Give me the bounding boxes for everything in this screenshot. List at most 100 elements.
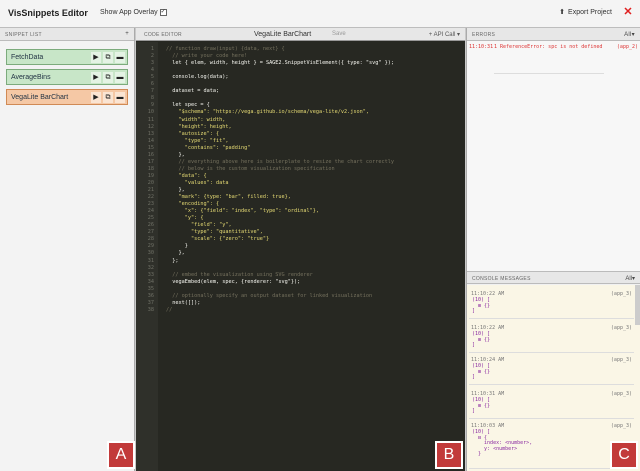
code-text: // everything above here is boilerplate … — [166, 158, 394, 165]
code-line[interactable]: 3 let { elem, width, height } = SAGE2.Sn… — [136, 60, 465, 66]
app-overlay-toggle[interactable]: Show App Overlay ✓ — [100, 9, 167, 16]
console-source: (app_3) — [610, 291, 632, 297]
line-number: 3 — [150, 60, 154, 67]
code-line[interactable]: 7 dataset = data; — [136, 88, 465, 94]
console-body[interactable]: (10) [ ⊞ {} ] — [472, 331, 490, 349]
api-call-dropdown[interactable]: + API Call ▾ — [429, 31, 460, 38]
code-line[interactable]: 15 "contains": "padding" — [136, 145, 465, 151]
code-line[interactable]: 6 — [136, 81, 465, 87]
code-line[interactable]: 12 "height": height, — [136, 124, 465, 130]
console-body[interactable]: (10) [ ⊞ {} ] — [472, 297, 490, 315]
code-line[interactable]: 14 "type": "fit", — [136, 138, 465, 144]
code-text: let spec = { — [166, 102, 210, 109]
export-project-button[interactable]: ⬆ Export Project — [559, 8, 612, 17]
code-line[interactable]: 18 // below is the custom visualization … — [136, 166, 465, 172]
code-line[interactable]: 29 } — [136, 243, 465, 249]
console-message[interactable]: 11:10:22 AM (app_3) (10) [ ⊞ {} ] — [469, 323, 634, 353]
code-text: "values": data — [166, 179, 229, 186]
line-number: 34 — [147, 278, 154, 285]
code-line[interactable]: 17 // everything above here is boilerpla… — [136, 159, 465, 165]
code-line[interactable]: 25 "y": { — [136, 215, 465, 221]
code-text: vegaEmbed(elem, spec, {renderer: "svg"})… — [166, 278, 301, 285]
code-line[interactable]: 24 "x": {"field": "index", "type": "ordi… — [136, 208, 465, 214]
code-text: "width": width, — [166, 116, 226, 123]
line-number: 10 — [147, 109, 154, 116]
code-line[interactable]: 26 "field": "y", — [136, 222, 465, 228]
console-message[interactable]: 11:10:24 AM (app_3) (10) [ ⊞ {} ] — [469, 355, 634, 385]
snippet-filename[interactable]: VegaLite BarChart — [254, 31, 311, 38]
code-line[interactable]: 35 — [136, 286, 465, 292]
console-message[interactable]: 11:10:22 AM (app_3) (10) [ ⊞ {} ] — [469, 289, 634, 319]
code-line[interactable]: 10 "$schema": "https://vega.github.io/sc… — [136, 109, 465, 115]
folder-icon[interactable]: ▬ — [115, 92, 125, 103]
console-source: (app_3) — [610, 391, 632, 397]
code-text: "contains": "padding" — [166, 144, 251, 151]
overlay-checkbox[interactable]: ✓ — [159, 9, 167, 16]
code-text: "type": "fit", — [166, 137, 229, 144]
code-line[interactable]: 23 "encoding": { — [136, 201, 465, 207]
code-line[interactable]: 36 // optionally specify an output datas… — [136, 293, 465, 299]
code-line[interactable]: 21 }, — [136, 187, 465, 193]
snippet-item-fetchdata[interactable]: FetchData ▶ ⧉ ▬ — [6, 49, 128, 65]
code-line[interactable]: 8 — [136, 95, 465, 101]
code-line[interactable]: 38 // — [136, 307, 465, 313]
line-number: 5 — [150, 74, 154, 81]
line-number: 27 — [147, 229, 154, 236]
code-line[interactable]: 19 "data": { — [136, 173, 465, 179]
save-button[interactable]: Save — [332, 31, 346, 37]
code-line[interactable]: 2 // write your code here! — [136, 53, 465, 59]
console-body[interactable]: (10) [ ⊞ {} ] — [472, 363, 490, 381]
line-number: 18 — [147, 165, 154, 172]
line-number: 14 — [147, 137, 154, 144]
console-scrollbar[interactable] — [635, 285, 640, 325]
console-source: (app_3) — [610, 357, 632, 363]
code-line[interactable]: 31 }; — [136, 258, 465, 264]
code-line[interactable]: 1 // function draw(input) {data, next} { — [136, 46, 465, 52]
code-line[interactable]: 13 "autosize": { — [136, 131, 465, 137]
snippet-item-averagebins[interactable]: AverageBins ▶ ⧉ ▬ — [6, 69, 128, 85]
copy-icon[interactable]: ⧉ — [103, 52, 113, 63]
code-line[interactable]: 27 "type": "quantitative", — [136, 229, 465, 235]
code-line[interactable]: 34 vegaEmbed(elem, spec, {renderer: "svg… — [136, 279, 465, 285]
line-number: 12 — [147, 123, 154, 130]
error-source: (app_2) — [616, 44, 638, 50]
code-line[interactable]: 22 "mark": {type: "bar", filled: true}, — [136, 194, 465, 200]
snippet-list-panel: SNIPPET LIST + FetchData ▶ ⧉ ▬ AverageBi… — [0, 28, 135, 471]
code-text: "autosize": { — [166, 130, 220, 137]
code-line[interactable]: 32 — [136, 265, 465, 271]
console-filter-dropdown[interactable]: All▾ — [625, 275, 635, 282]
line-number: 28 — [147, 236, 154, 243]
code-line[interactable]: 11 "width": width, — [136, 117, 465, 123]
code-line[interactable]: 37 next([]); — [136, 300, 465, 306]
line-number: 23 — [147, 201, 154, 208]
console-body[interactable]: (10) [ ⊞ {} ] — [472, 397, 490, 415]
code-text: }, — [166, 151, 185, 158]
run-icon[interactable]: ▶ — [91, 52, 101, 63]
code-area[interactable]: 1// function draw(input) {data, next} {2… — [136, 42, 465, 471]
code-text: next([]); — [166, 299, 201, 306]
code-line[interactable]: 30 }, — [136, 250, 465, 256]
close-icon[interactable]: ✕ — [623, 7, 633, 18]
code-line[interactable]: 5 console.log(data); — [136, 74, 465, 80]
copy-icon[interactable]: ⧉ — [103, 72, 113, 83]
errors-filter-dropdown[interactable]: All▾ — [624, 31, 635, 38]
output-panel: ERRORS All▾ 11:10:31 1 ReferenceError: s… — [466, 28, 640, 471]
copy-icon[interactable]: ⧉ — [103, 92, 113, 103]
code-line[interactable]: 4 — [136, 67, 465, 73]
run-icon[interactable]: ▶ — [91, 92, 101, 103]
folder-icon[interactable]: ▬ — [115, 72, 125, 83]
snippet-item-vegalite-barchart[interactable]: VegaLite BarChart ▶ ⧉ ▬ — [6, 89, 128, 105]
console-body[interactable]: (10) [ ⊟ { index: <number>, y: <number> … — [472, 429, 532, 458]
label-badge-a: A — [107, 441, 135, 469]
error-message: 1 ReferenceError: spc is not defined — [494, 44, 604, 74]
console-message[interactable]: 11:10:31 AM (app_3) (10) [ ⊞ {} ] — [469, 389, 634, 419]
code-line[interactable]: 16 }, — [136, 152, 465, 158]
code-line[interactable]: 28 "scale": {"zero": "true"} — [136, 236, 465, 242]
code-line[interactable]: 20 "values": data — [136, 180, 465, 186]
code-text: "$schema": "https://vega.github.io/schem… — [166, 109, 370, 116]
add-snippet-button[interactable]: + — [125, 31, 129, 37]
code-line[interactable]: 33 // embed the visualization using SVG … — [136, 272, 465, 278]
code-line[interactable]: 9 let spec = { — [136, 102, 465, 108]
run-icon[interactable]: ▶ — [91, 72, 101, 83]
folder-icon[interactable]: ▬ — [115, 52, 125, 63]
